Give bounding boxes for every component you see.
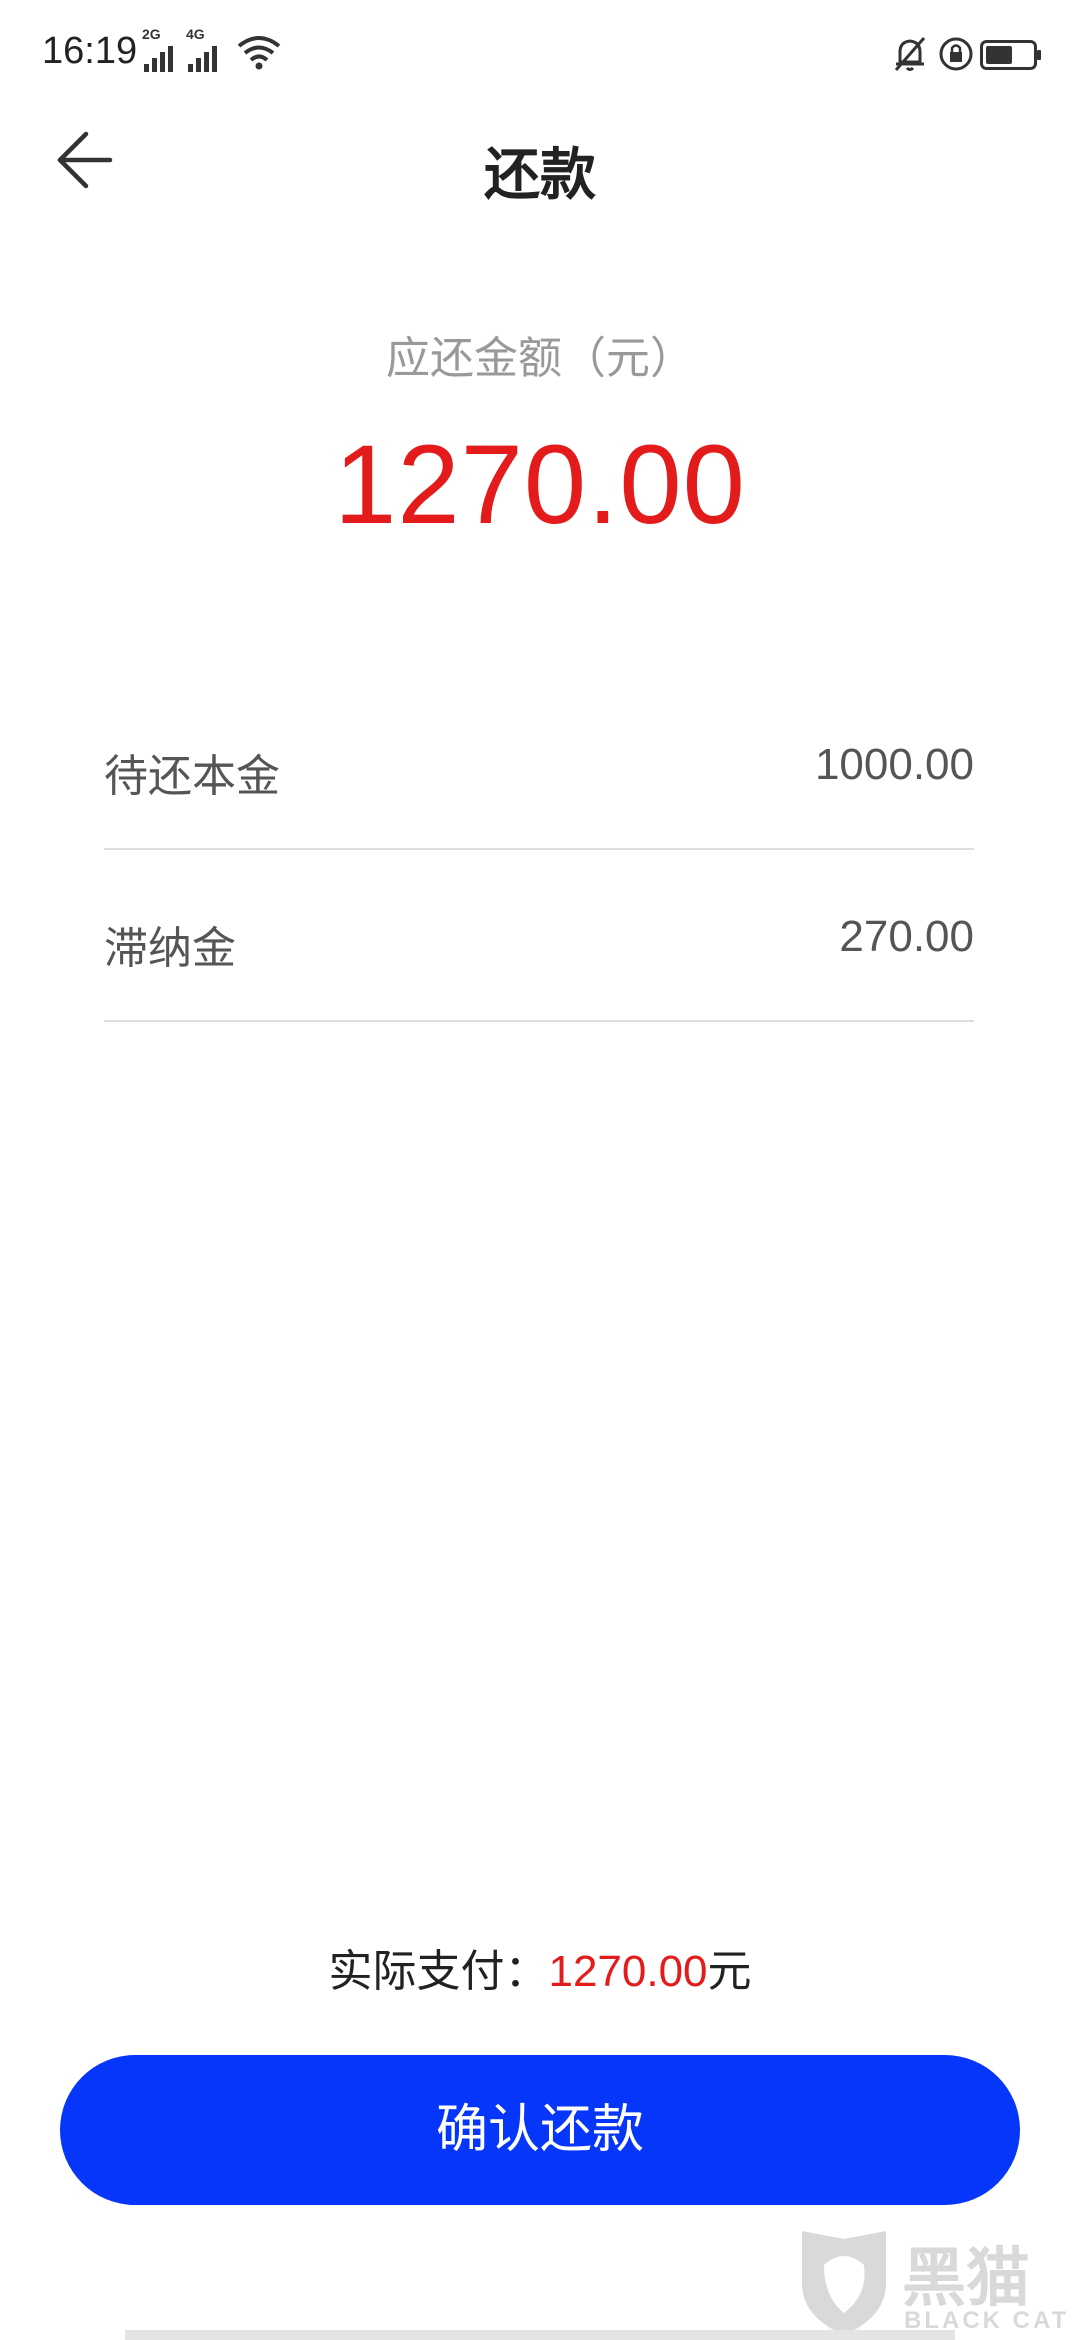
header: 还款 [0, 100, 1080, 220]
confirm-repayment-button[interactable]: 确认还款 [60, 2055, 1020, 2205]
actual-payment-unit: 元 [707, 1946, 752, 1997]
detail-value: 1000.00 [814, 740, 974, 789]
watermark: 黑猫 BLACK CAT [790, 2225, 1070, 2340]
detail-row-late-fee: 滞纳金 270.00 [104, 850, 974, 1022]
status-time: 16:19 [42, 30, 138, 72]
rotation-lock-icon [939, 37, 973, 71]
actual-payment-amount: 1270.00 [548, 1947, 708, 1996]
wifi-icon [236, 32, 282, 72]
battery-icon [980, 40, 1041, 70]
signal-icon: 2G [142, 26, 182, 72]
actual-payment-label: 实际支付： [328, 1946, 549, 1997]
due-amount-value: 1270.00 [334, 422, 746, 547]
mute-bell-icon [894, 37, 926, 71]
navigation-bar [125, 2330, 955, 2340]
page-title: 还款 [484, 143, 596, 208]
detail-row-principal: 待还本金 1000.00 [104, 678, 974, 850]
status-bar: 16:19 2G 4G [0, 0, 1080, 110]
actual-payment: 实际支付：1270.00元 [0, 1935, 1080, 1999]
watermark-text: 黑猫 [902, 2242, 1030, 2316]
due-amount-label: 应还金额（元） [386, 333, 694, 384]
status-right [890, 34, 1041, 74]
cat-shield-icon [802, 2231, 886, 2335]
signal-icon: 4G [186, 26, 230, 72]
detail-label: 滞纳金 [104, 923, 236, 974]
detail-label: 待还本金 [104, 751, 280, 802]
detail-value: 270.00 [839, 912, 974, 961]
